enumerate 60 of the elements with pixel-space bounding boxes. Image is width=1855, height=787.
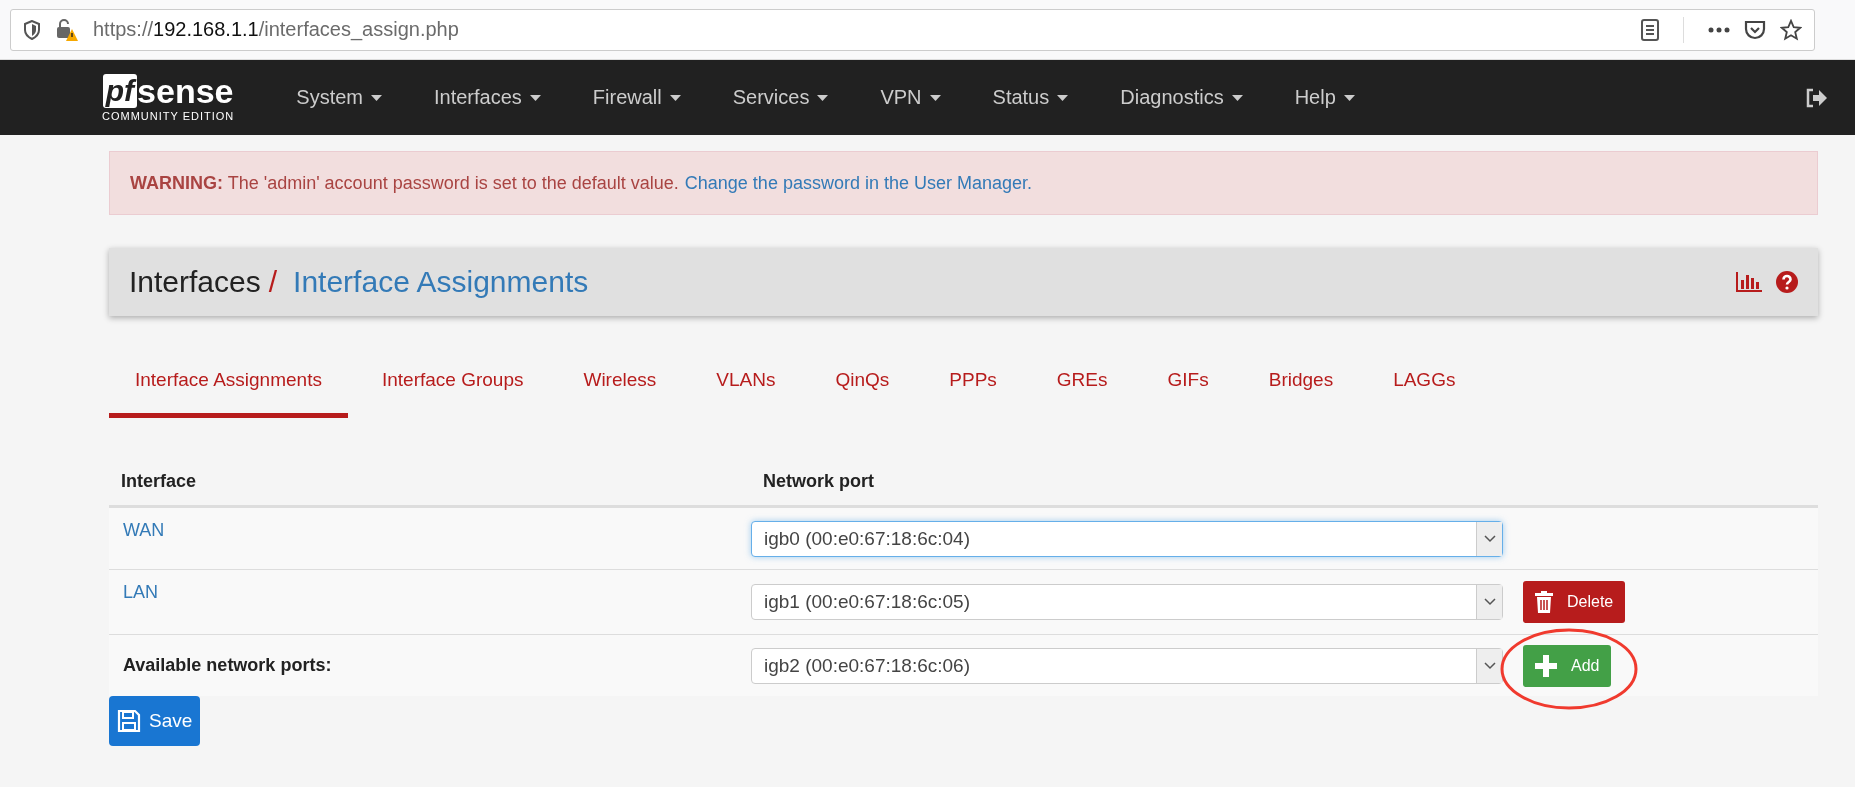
nav-menu-item[interactable]: Help — [1268, 86, 1381, 109]
row-label: Available network ports: — [123, 655, 332, 675]
chevron-down-icon — [1483, 598, 1496, 606]
logo[interactable]: pfsense — [102, 73, 234, 108]
column-header: Network port — [762, 471, 874, 492]
bar-chart-icon[interactable] — [1736, 272, 1762, 292]
caret-down-icon — [529, 94, 541, 101]
chevron-down-icon — [1483, 534, 1496, 543]
column-header: Interface — [120, 471, 198, 492]
warning-text: WARNING: The 'admin' account password is set to the default value. — [130, 172, 679, 194]
tab[interactable]: Wireless — [557, 353, 683, 418]
add-button[interactable]: Add — [1523, 644, 1612, 687]
nav-menu-item[interactable]: Firewall — [566, 86, 707, 109]
caret-down-icon — [1343, 94, 1355, 101]
help-icon[interactable] — [1776, 271, 1798, 293]
breadcrumb-parent: Interfaces — [129, 265, 261, 299]
nav-menu-item[interactable]: VPN — [854, 86, 967, 109]
interface-link[interactable]: LAN — [123, 582, 158, 602]
breadcrumb-separator: / — [268, 265, 278, 299]
more-icon[interactable] — [1708, 26, 1730, 33]
chevron-down-icon — [1483, 661, 1496, 670]
star-icon[interactable] — [1780, 18, 1802, 41]
caret-down-icon — [371, 94, 382, 101]
caret-down-icon — [669, 94, 681, 101]
tab[interactable]: LAGGs — [1367, 353, 1482, 418]
caret-down-icon — [1231, 94, 1243, 101]
url-text: https://192.168.1.1/interfaces_assign.php — [93, 18, 459, 41]
caret-down-icon — [1057, 94, 1069, 101]
interface-link[interactable]: WAN — [123, 520, 165, 540]
save-button[interactable]: Save — [109, 696, 201, 746]
tab[interactable]: PPPs — [923, 353, 1023, 418]
trash-icon — [1535, 591, 1553, 613]
nav-menu-item[interactable]: Status — [966, 86, 1095, 109]
logout-icon[interactable] — [1805, 87, 1827, 108]
breadcrumb-current[interactable]: Interface Assignments — [293, 265, 589, 299]
caret-down-icon — [817, 94, 829, 101]
port-select[interactable]: igb2 (00:e0:67:18:6c:06) — [751, 647, 1503, 684]
pocket-icon[interactable] — [1744, 19, 1766, 40]
port-select[interactable]: igb0 (00:e0:67:18:6c:04) — [751, 520, 1503, 557]
caret-down-icon — [929, 94, 941, 101]
lock-warning-icon — [55, 17, 79, 42]
plus-icon — [1535, 654, 1557, 677]
delete-button[interactable]: Delete — [1523, 581, 1626, 623]
change-password-link[interactable]: Change the password in the User Manager. — [684, 172, 1032, 194]
shield-icon — [23, 19, 41, 40]
address-bar[interactable]: https://192.168.1.1/interfaces_assign.php — [10, 8, 1815, 51]
tab[interactable]: QinQs — [809, 353, 916, 418]
tab[interactable]: VLANs — [690, 353, 802, 418]
reader-view-icon[interactable] — [1641, 18, 1659, 41]
tab[interactable]: Interface Groups — [355, 353, 550, 418]
tab[interactable]: GREs — [1030, 353, 1134, 418]
port-select[interactable]: igb1 (00:e0:67:18:6c:05) — [751, 584, 1503, 620]
tab[interactable]: Bridges — [1242, 353, 1360, 418]
nav-menu-item[interactable]: Services — [706, 86, 855, 109]
nav-menu-item[interactable]: System — [270, 86, 408, 109]
tab[interactable]: Interface Assignments — [109, 353, 348, 418]
nav-menu-item[interactable]: Interfaces — [408, 86, 567, 109]
logo-subtitle: COMMUNITY EDITION — [102, 109, 235, 122]
tab[interactable]: GIFs — [1141, 353, 1235, 418]
nav-menu-item[interactable]: Diagnostics — [1094, 86, 1269, 109]
